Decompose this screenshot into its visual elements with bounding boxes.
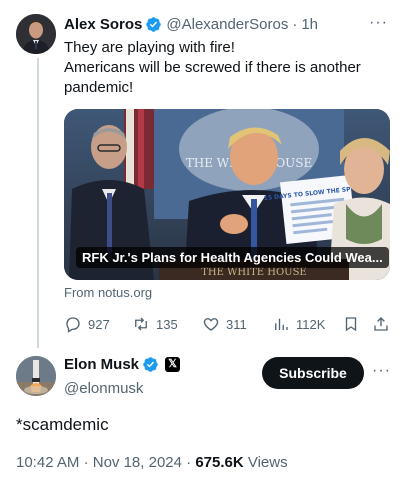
like-button[interactable]: 311	[202, 315, 247, 333]
reply-button[interactable]: 927	[64, 315, 110, 333]
avatar-elon-musk[interactable]	[16, 356, 56, 396]
views-icon	[275, 318, 288, 330]
tweet1-actions: 927 135 311 112K	[64, 313, 390, 335]
tweet-text-line: Americans will be screwed if there is an…	[64, 59, 361, 76]
author-handle[interactable]: @elonmusk	[64, 380, 143, 397]
more-icon[interactable]: ···	[372, 362, 391, 380]
subscribe-button[interactable]: Subscribe	[262, 357, 364, 389]
tweet-date[interactable]: Nov 18, 2024	[93, 454, 182, 471]
tweet-time[interactable]: 10:42 AM	[16, 454, 79, 471]
tweet-time[interactable]: 1h	[301, 16, 318, 33]
avatar-alex-soros-image	[16, 14, 56, 54]
separator-dot: ·	[292, 15, 298, 33]
tweet2-author-row: Elon Musk 𝕏	[64, 356, 181, 373]
like-count: 311	[226, 316, 247, 332]
tweet1-text: They are playing with fire! Americans wi…	[64, 38, 394, 98]
repost-icon	[135, 317, 147, 331]
tweet1-header: Alex Soros @AlexanderSoros · 1h	[64, 14, 318, 34]
views-count: 675.6K	[195, 454, 244, 471]
separator-dot: ·	[83, 454, 89, 471]
podium-text: THE WHITE HOUSE	[201, 267, 306, 278]
author-name[interactable]: Elon Musk	[64, 356, 139, 373]
bookmark-button[interactable]	[342, 315, 366, 333]
link-card[interactable]: THE WHITE HOUSE 15 DAYS TO SLOW THE SPRE…	[64, 109, 390, 280]
share-button[interactable]	[372, 315, 396, 333]
repost-button[interactable]: 135	[132, 315, 178, 333]
tweet-text-line: pandemic!	[64, 79, 134, 96]
tweet-text-line: They are playing with fire!	[64, 39, 235, 56]
verified-badge-icon	[143, 357, 158, 372]
more-icon[interactable]: ···	[369, 14, 388, 32]
views-button[interactable]: 112K	[272, 315, 325, 333]
bookmark-icon	[345, 317, 357, 332]
link-card-caption: RFK Jr.'s Plans for Health Agencies Coul…	[76, 247, 389, 268]
tweet2-text: *scamdemic	[16, 415, 109, 434]
author-handle[interactable]: @AlexanderSoros	[166, 16, 288, 33]
affiliate-x-badge-icon[interactable]: 𝕏	[165, 357, 181, 372]
reply-count: 927	[88, 316, 110, 332]
verified-badge-icon	[146, 16, 162, 32]
tweet2-meta: 10:42 AM · Nov 18, 2024 · 675.6K Views	[16, 454, 288, 471]
link-card-source[interactable]: From notus.org	[64, 285, 152, 300]
views-count: 112K	[296, 316, 326, 332]
avatar-alex-soros[interactable]	[16, 14, 56, 54]
separator-dot: ·	[186, 454, 192, 471]
share-icon	[374, 317, 388, 331]
reply-icon	[66, 317, 80, 333]
thread-connector-line	[37, 58, 39, 348]
repost-count: 135	[156, 316, 178, 332]
like-icon	[203, 318, 219, 331]
author-name[interactable]: Alex Soros	[64, 16, 142, 33]
avatar-elon-musk-image	[16, 356, 56, 396]
views-label: Views	[247, 454, 288, 471]
